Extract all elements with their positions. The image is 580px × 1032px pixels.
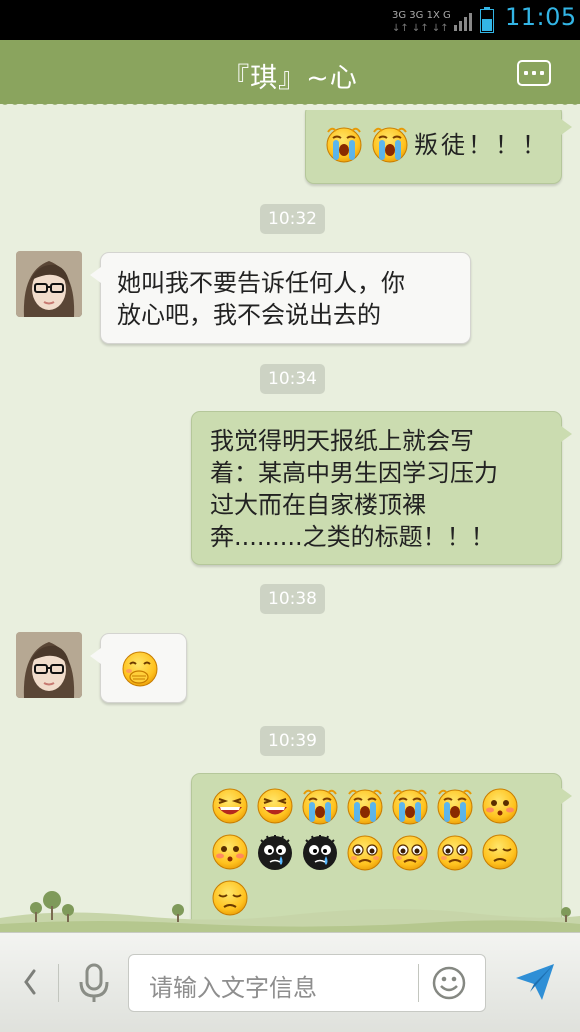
svg-text:3G 3G 1X G: 3G 3G 1X G xyxy=(392,10,451,21)
avatar-portrait-icon xyxy=(16,251,82,317)
status-clock: 11:05 xyxy=(505,3,577,31)
message-timestamp: 10:32 xyxy=(260,204,325,234)
laughing-emoji-icon xyxy=(210,786,250,826)
blush-emoji-icon xyxy=(480,786,520,826)
send-icon[interactable] xyxy=(514,962,556,1002)
blush-emoji-icon xyxy=(210,832,250,872)
outgoing-message[interactable]: 叛徒！！！ xyxy=(305,110,572,184)
crying-emoji-icon xyxy=(324,124,364,164)
battery-icon xyxy=(480,7,494,33)
message-text-line: 放心吧，我不会说出去的 xyxy=(117,301,381,329)
crying-emoji-icon xyxy=(370,124,410,164)
crying-emoji-icon xyxy=(390,786,430,826)
message-text-line: 奔.........之类的标题！！！ xyxy=(210,523,495,551)
network-signal-icon: 3G 3G 1X G ↓↑ ↓↑ ↓↑ xyxy=(392,10,472,33)
message-text: 叛徒！！！ xyxy=(414,131,549,159)
laughing-emoji-icon xyxy=(255,786,295,826)
contact-avatar[interactable] xyxy=(16,632,82,698)
divider xyxy=(58,964,59,1002)
avatar-portrait-icon xyxy=(16,632,82,698)
crying-emoji-icon xyxy=(435,786,475,826)
chat-title: 『琪』~心 xyxy=(222,63,358,94)
message-text-line: 着：某高中男生因学习压力 xyxy=(210,459,498,487)
chevron-left-icon[interactable] xyxy=(22,969,38,995)
chat-message-list[interactable]: 叛徒！！！ 10:32 她叫我不要告诉任何人，你 放心吧，我不会说出去的 10:… xyxy=(0,110,580,930)
smiley-icon[interactable] xyxy=(432,966,466,1000)
message-text-line: 过大而在自家楼顶裸 xyxy=(210,491,426,519)
incoming-message[interactable]: 她叫我不要告诉任何人，你 放心吧，我不会说出去的 xyxy=(90,252,471,344)
incoming-message[interactable] xyxy=(90,633,187,703)
black-tear-emoji-icon xyxy=(255,832,295,872)
microphone-icon[interactable] xyxy=(74,962,114,1004)
pleading-emoji-icon xyxy=(390,832,430,872)
status-bar: 3G 3G 1X G ↓↑ ↓↑ ↓↑ 11:05 xyxy=(0,0,580,40)
pleading-emoji-icon xyxy=(435,832,475,872)
message-timestamp: 10:34 xyxy=(260,364,325,394)
sad-emoji-icon xyxy=(480,832,520,872)
message-text-line: 我觉得明天报纸上就会写 xyxy=(210,427,474,455)
black-tear-emoji-icon xyxy=(300,832,340,872)
message-timestamp: 10:39 xyxy=(260,726,325,756)
divider xyxy=(418,964,419,1002)
pleading-emoji-icon xyxy=(345,832,385,872)
shy-giggle-emoji-icon xyxy=(120,649,160,689)
title-bar-scallop-edge xyxy=(0,100,580,110)
crying-emoji-icon xyxy=(300,786,340,826)
svg-text:↓↑ ↓↑ ↓↑: ↓↑ ↓↑ ↓↑ xyxy=(392,23,449,33)
crying-emoji-icon xyxy=(345,786,385,826)
more-dots-icon[interactable] xyxy=(517,60,551,86)
decorative-scenery xyxy=(0,891,580,932)
outgoing-message[interactable]: 我觉得明天报纸上就会写 着：某高中男生因学习压力 过大而在自家楼顶裸 奔....… xyxy=(191,411,572,565)
message-text-line: 她叫我不要告诉任何人，你 xyxy=(117,269,405,297)
message-timestamp: 10:38 xyxy=(260,584,325,614)
contact-avatar[interactable] xyxy=(16,251,82,317)
